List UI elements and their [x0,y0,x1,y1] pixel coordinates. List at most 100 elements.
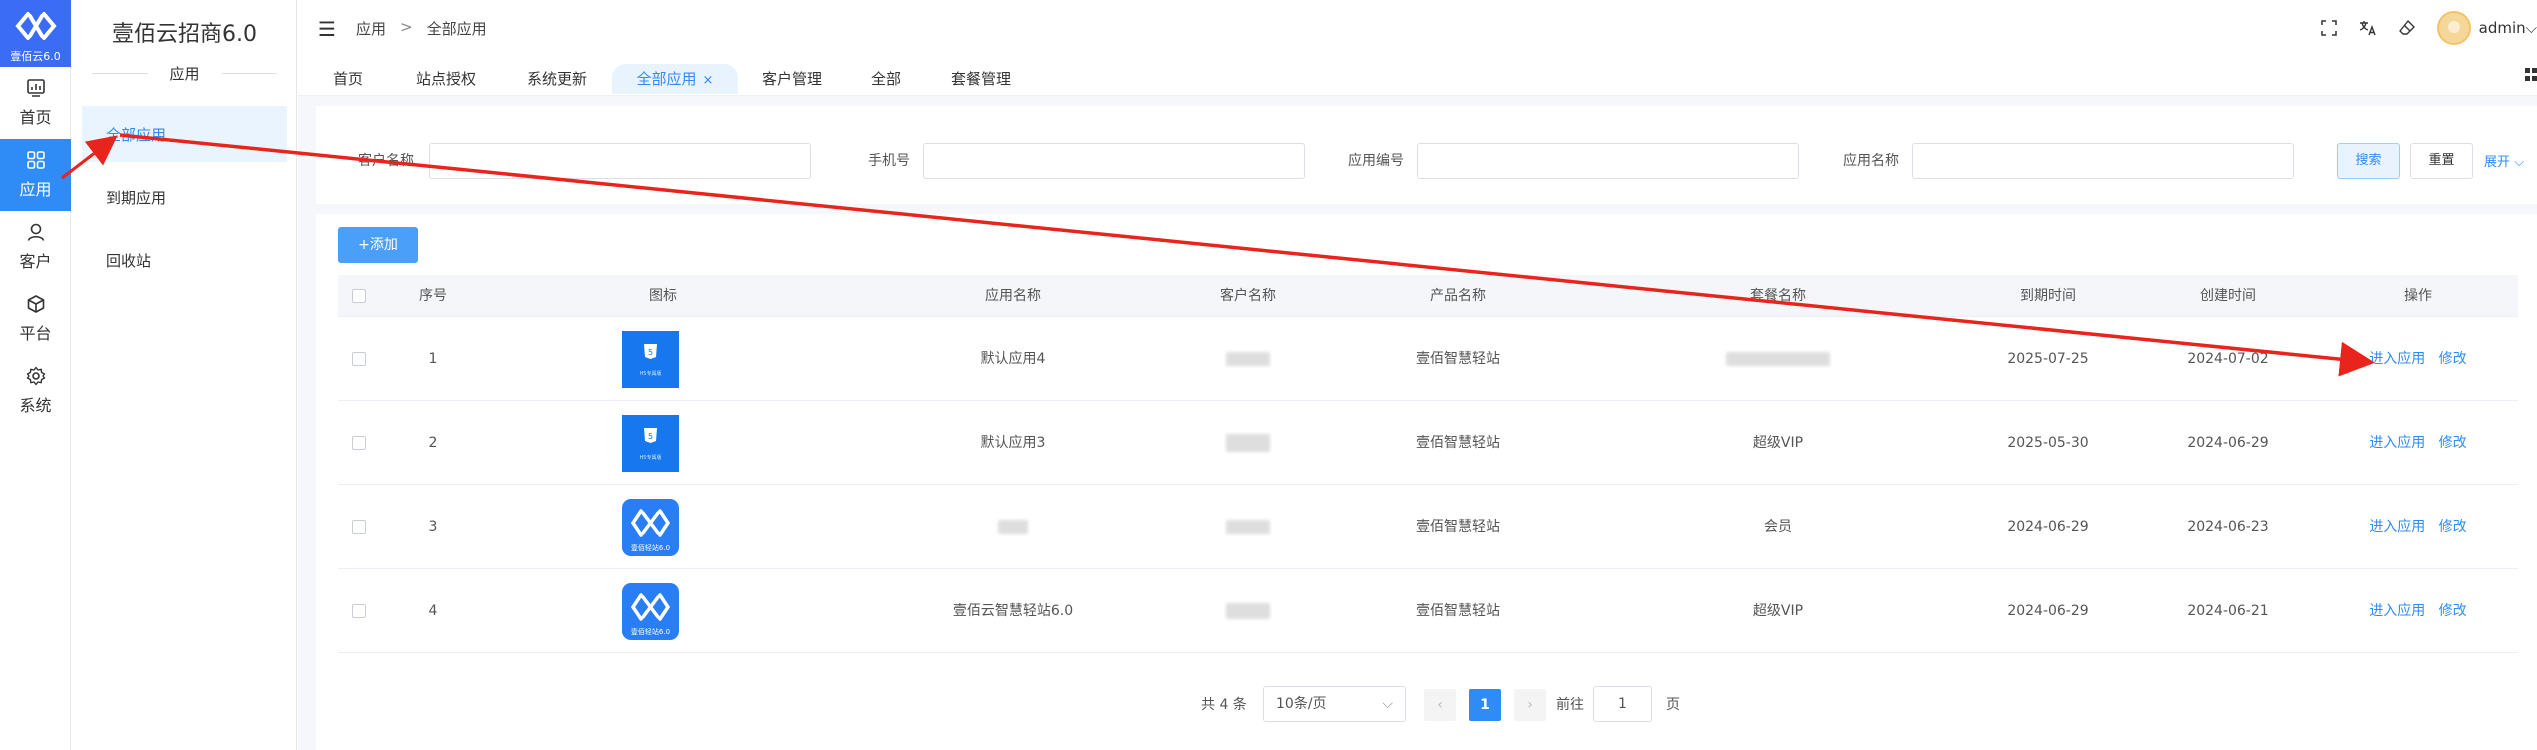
expand-toggle[interactable]: 展开 ⌵ [2484,151,2524,170]
tab-label: 全部应用 [636,70,697,88]
rail-item-label: 首页 [19,108,52,127]
enter-app-link[interactable]: 进入应用 [2369,351,2425,367]
tab-customer-management[interactable]: 客户管理 [761,64,823,94]
reset-button[interactable]: 重置 [2410,143,2473,179]
cell-app-name: 壹佰云智慧轻站6.0 [952,603,1074,619]
page-size-select[interactable]: 10条/页 ⌵ [1263,686,1406,722]
app-rail: 壹佰云6.0 首页 应用 客户 平台 系统 [0,0,71,750]
rail-item-platform[interactable]: 平台 [0,283,71,355]
search-button[interactable]: 搜索 [2337,143,2400,179]
col-header-app-name: 应用名称 [985,288,1041,304]
table-row: 3 壹佰轻站6.0 壹佰智慧轻站 会员 2024-06-29 2024-06-2… [338,485,2518,569]
icon-caption: 壹佰轻站6.0 [631,627,670,636]
enter-app-link[interactable]: 进入应用 [2369,435,2425,451]
rail-item-apps[interactable]: 应用 [0,139,71,211]
table-row: 4 壹佰轻站6.0 壹佰云智慧轻站6.0 壹佰智慧轻站 超级VIP 2024-0… [338,569,2518,653]
cell-actions: 进入应用 修改 [2343,401,2493,485]
edit-link[interactable]: 修改 [2439,603,2467,619]
user-menu[interactable]: admin⌵ [2479,19,2537,37]
cell-expire: 2025-07-25 [2007,351,2089,367]
app-name-input[interactable] [1912,143,2294,179]
table-panel: +添加 序号 图标 应用名称 客户名称 产品名称 套餐名称 到期时间 创建时间 … [316,214,2537,750]
translate-icon[interactable] [2359,20,2377,36]
enter-app-link[interactable]: 进入应用 [2369,603,2425,619]
sidebar-title: 壹佰云招商6.0 [112,22,257,47]
cell-app-name: 默认应用4 [980,351,1046,367]
apps-table: 序号 图标 应用名称 客户名称 产品名称 套餐名称 到期时间 创建时间 操作 1… [338,275,2518,653]
cell-no: 1 [428,351,438,367]
phone-input[interactable] [923,143,1305,179]
col-header-customer: 客户名称 [1220,288,1276,304]
cell-package: 超级VIP [1752,603,1804,619]
dashboard-icon [26,79,45,97]
cell-product: 壹佰智慧轻站 [1416,435,1500,451]
goto-page-input[interactable]: 1 [1593,686,1652,722]
edit-link[interactable]: 修改 [2439,435,2467,451]
breadcrumb-item[interactable]: 应用 [356,18,386,39]
edit-link[interactable]: 修改 [2439,519,2467,535]
h5-app-icon: 5 H5专属版 [622,415,679,472]
brand-app-icon: 壹佰轻站6.0 [622,499,679,556]
user-icon [27,223,44,241]
tab-home[interactable]: 首页 [332,64,364,94]
cell-actions: 进入应用 修改 [2343,569,2493,653]
table-row: 2 5 H5专属版 默认应用3 壹佰智慧轻站 超级VIP 2025-05-30 2… [338,401,2518,485]
table-header: 序号 图标 应用名称 客户名称 产品名称 套餐名称 到期时间 创建时间 操作 [338,275,2518,317]
app-id-input[interactable] [1417,143,1799,179]
page-button-current[interactable]: 1 [1469,689,1501,721]
cell-no: 4 [428,603,438,619]
filter-label-app-name: 应用名称 [1843,153,1899,169]
cell-product: 壹佰智慧轻站 [1416,351,1500,367]
fullscreen-icon[interactable] [2320,20,2337,36]
next-page-button[interactable]: › [1514,689,1546,721]
prev-page-button[interactable]: ‹ [1424,689,1456,721]
tab-package-management[interactable]: 套餐管理 [950,64,1012,94]
sidebar-item-all-apps[interactable]: 全部应用 [82,106,287,162]
sidebar-group-heading: 应用 [92,62,278,84]
rail-item-system[interactable]: 系统 [0,355,71,427]
icon-caption: 壹佰轻站6.0 [631,543,670,552]
brand-logo[interactable]: 壹佰云6.0 [0,0,71,67]
row-checkbox[interactable] [352,604,366,618]
tab-site-auth[interactable]: 站点授权 [415,64,477,94]
rail-item-label: 应用 [19,180,52,199]
row-checkbox[interactable] [352,436,366,450]
close-icon[interactable]: × [703,73,714,88]
header-tools: admin⌵ [2320,10,2537,46]
avatar[interactable] [2436,11,2471,45]
cell-created: 2024-06-23 [2187,519,2269,535]
breadcrumb: 应用 > 全部应用 [356,18,487,39]
sidebar-item-expired-apps[interactable]: 到期应用 [82,169,287,225]
pagination: 共 4 条 10条/页 ⌵ ‹ 1 › 前往 1 页 [316,684,2537,724]
row-checkbox[interactable] [352,520,366,534]
sidebar-item-recycle-bin[interactable]: 回收站 [82,232,287,288]
cell-created: 2024-06-29 [2187,435,2269,451]
tab-system-update[interactable]: 系统更新 [526,64,588,94]
username: admin [2478,19,2526,37]
col-header-no: 序号 [419,288,447,304]
customer-name-input[interactable] [429,143,811,179]
add-app-button[interactable]: +添加 [338,227,418,263]
secondary-sidebar: 壹佰云招商6.0 应用 全部应用 到期应用 回收站 [72,0,297,750]
cell-no: 2 [428,435,438,451]
enter-app-link[interactable]: 进入应用 [2369,519,2425,535]
top-header: ☰ 应用 > 全部应用 admin⌵ [298,0,2537,56]
tab-all-apps[interactable]: 全部应用 × [612,64,738,94]
page-unit-label: 页 [1666,697,1680,713]
rail-item-customers[interactable]: 客户 [0,211,71,283]
row-checkbox[interactable] [352,352,366,366]
cell-created: 2024-06-21 [2187,603,2269,619]
clear-cache-icon[interactable] [2398,20,2415,36]
page-size-value: 10条/页 [1276,696,1327,712]
breadcrumb-separator: > [400,18,413,36]
menu-toggle-icon[interactable]: ☰ [318,17,336,41]
cell-package: 超级VIP [1752,435,1804,451]
tab-all[interactable]: 全部 [870,64,902,94]
select-all-checkbox[interactable] [352,289,366,303]
apps-grid-icon[interactable] [2525,68,2537,82]
rail-item-label: 系统 [19,396,52,415]
apps-grid-icon [26,151,45,169]
edit-link[interactable]: 修改 [2439,351,2467,367]
filter-label-app-id: 应用编号 [1348,153,1404,169]
rail-item-home[interactable]: 首页 [0,67,71,139]
